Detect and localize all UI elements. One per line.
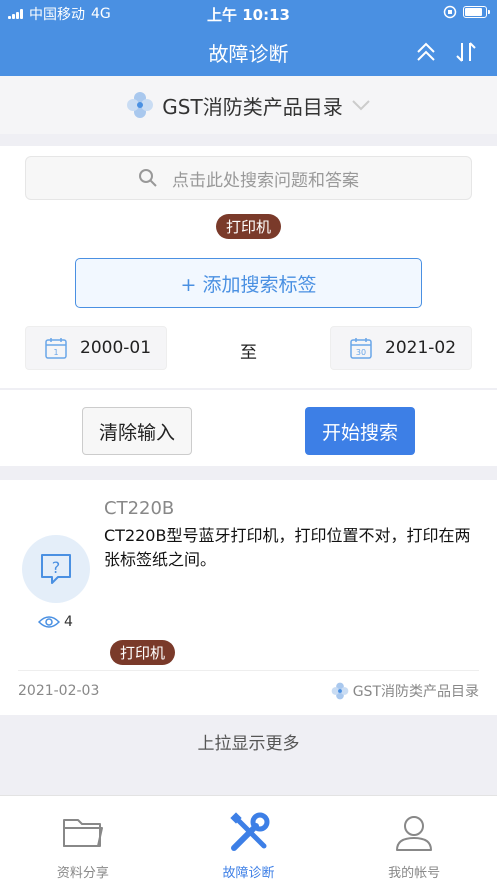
chevron-down-icon [351, 100, 370, 111]
tab-bar: 资料分享 故障诊断 我的帐号 [0, 795, 497, 883]
double-chevron-up-icon[interactable] [414, 40, 438, 64]
gst-logo-icon [127, 92, 154, 118]
catalog-selector[interactable]: GST消防类产品目录 [0, 76, 497, 134]
user-icon [396, 816, 433, 851]
tab-diagnosis[interactable]: 故障诊断 [166, 796, 332, 883]
search-icon [139, 169, 157, 187]
result-source-label: GST消防类产品目录 [352, 683, 479, 700]
tab-label: 故障诊断 [222, 866, 275, 881]
eye-icon [38, 616, 60, 628]
question-bubble-icon: ? [41, 554, 71, 584]
result-tag[interactable]: 打印机 [110, 640, 176, 665]
result-source: GST消防类产品目录 [331, 681, 479, 701]
result-code: CT220B [104, 498, 175, 519]
search-tag[interactable]: 打印机 [215, 214, 281, 239]
date-to-picker[interactable]: 30 2021-02 [330, 326, 472, 370]
tab-label: 资料分享 [56, 866, 109, 881]
result-footer: 2021-02-03 GST消防类产品目录 [18, 670, 479, 710]
start-search-button[interactable]: 开始搜索 [305, 407, 415, 455]
calendar-day-label: 30 [356, 348, 366, 357]
result-card[interactable]: CT220B CT220B型号蓝牙打印机，打印位置不对，打印在两张标签纸之间。 … [0, 480, 497, 715]
tab-share[interactable]: 资料分享 [0, 796, 166, 883]
avatar-glyph: ? [52, 558, 61, 577]
question-avatar: ? [22, 535, 90, 603]
calendar-icon: 30 [350, 338, 372, 359]
result-date: 2021-02-03 [18, 682, 100, 699]
nav-bar: 故障诊断 [0, 26, 497, 76]
action-bar: 清除输入 开始搜索 [0, 390, 497, 466]
orientation-lock-icon [443, 5, 457, 19]
status-bar: 中国移动 4G 上午 10:13 [0, 0, 497, 26]
result-description: CT220B型号蓝牙打印机，打印位置不对，打印在两张标签纸之间。 [104, 526, 471, 569]
tab-label: 我的帐号 [388, 866, 441, 881]
battery-icon [463, 6, 490, 18]
search-placeholder: 点击此处搜索问题和答案 [172, 170, 359, 191]
tools-icon [229, 812, 269, 851]
tab-account[interactable]: 我的帐号 [331, 796, 497, 883]
folder-icon [62, 819, 103, 847]
load-more-hint: 上拉显示更多 [0, 715, 497, 795]
date-to-value: 2021-02 [385, 338, 457, 358]
add-search-tag-button[interactable]: + 添加搜索标签 [75, 258, 422, 308]
selected-tags: 打印机 [0, 214, 497, 239]
clock: 上午 10:13 [207, 6, 290, 24]
sort-arrows-icon[interactable] [454, 40, 478, 64]
clear-input-button[interactable]: 清除输入 [82, 407, 192, 455]
search-panel: 点击此处搜索问题和答案 打印机 + 添加搜索标签 1 2000-01 至 30 … [0, 146, 497, 388]
search-input[interactable]: 点击此处搜索问题和答案 [25, 156, 472, 200]
gst-logo-icon [331, 682, 349, 699]
view-count-value: 4 [64, 614, 73, 630]
catalog-title: GST消防类产品目录 [162, 94, 343, 119]
view-count: 4 [38, 614, 73, 630]
